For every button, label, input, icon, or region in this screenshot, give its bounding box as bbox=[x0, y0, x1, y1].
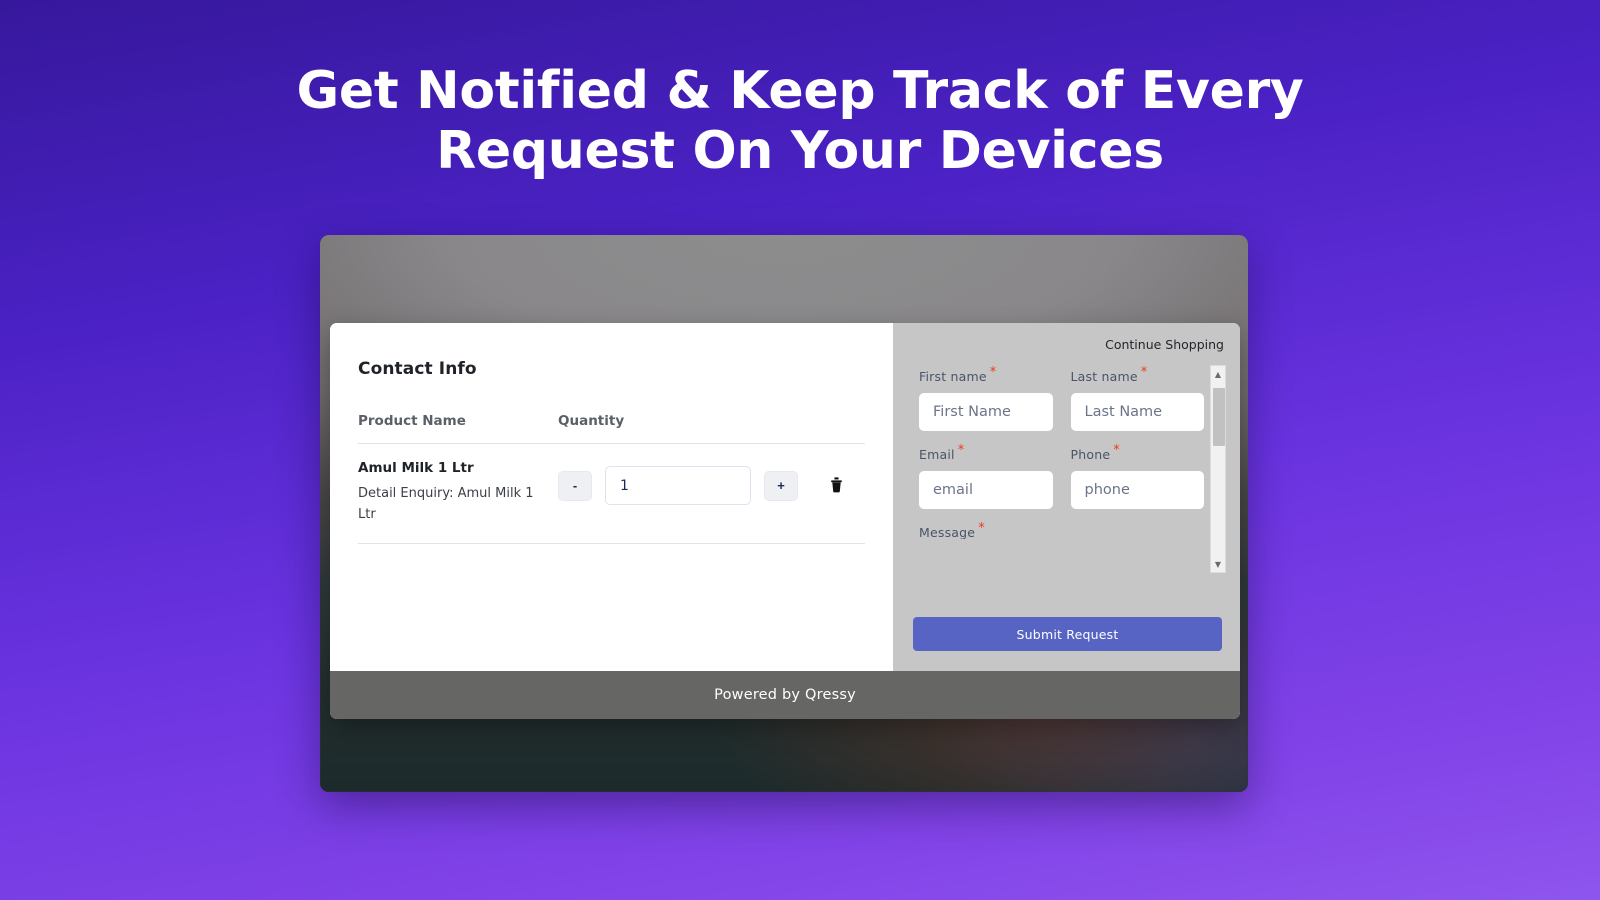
table-row: Amul Milk 1 Ltr Detail Enquiry: Amul Mil… bbox=[358, 443, 865, 545]
label-email-text: Email bbox=[919, 447, 955, 463]
quantity-increment-button[interactable]: + bbox=[764, 470, 798, 501]
remove-item-button[interactable] bbox=[811, 476, 844, 496]
required-asterisk: * bbox=[978, 521, 985, 537]
cart-panel-title: Contact Info bbox=[358, 359, 477, 379]
form-fields-grid: First name* Last name* Email* Ph bbox=[919, 365, 1226, 551]
column-header-product-name: Product Name bbox=[358, 413, 558, 444]
scrollbar-thumb[interactable] bbox=[1213, 388, 1225, 446]
label-last-name: Last name * bbox=[1071, 365, 1205, 384]
page-title-line-2: Request On Your Devices bbox=[436, 120, 1164, 181]
powered-by-label: Powered by Qressy bbox=[714, 687, 856, 703]
product-cell: Amul Milk 1 Ltr Detail Enquiry: Amul Mil… bbox=[358, 443, 558, 545]
label-first-name-text: First name bbox=[919, 369, 987, 385]
cart-table: Product Name Quantity Amul Milk 1 Ltr De… bbox=[358, 413, 865, 545]
field-first-name: First name * bbox=[919, 365, 1053, 432]
trash-icon bbox=[829, 476, 844, 496]
hero-section: Get Notified & Keep Track of Every Reque… bbox=[0, 61, 1600, 182]
field-phone: Phone * bbox=[1070, 443, 1205, 510]
quantity-cell: - + bbox=[558, 443, 865, 545]
cart-table-body: Amul Milk 1 Ltr Detail Enquiry: Amul Mil… bbox=[358, 443, 865, 545]
page-title-line-1: Get Notified & Keep Track of Every bbox=[296, 61, 1304, 121]
cart-table-header-row: Product Name Quantity bbox=[358, 413, 865, 444]
modal-footer: Powered by Qressy bbox=[330, 671, 1240, 719]
label-last-name-text: Last name bbox=[1070, 369, 1138, 385]
embedded-app-preview: Contact Info Product Name Quantity Amul … bbox=[320, 235, 1248, 792]
quantity-stepper: - + bbox=[558, 460, 865, 505]
contact-form-panel: Continue Shopping First name* Last name* bbox=[893, 323, 1240, 671]
email-field[interactable] bbox=[919, 471, 1053, 510]
product-detail: Detail Enquiry: Amul Milk 1 Ltr bbox=[358, 486, 534, 523]
page-title: Get Notified & Keep Track of Every Reque… bbox=[240, 61, 1360, 182]
required-asterisk: * bbox=[989, 365, 997, 380]
label-email: Email * bbox=[919, 443, 1053, 462]
required-asterisk: * bbox=[957, 443, 965, 459]
product-name: Amul Milk 1 Ltr bbox=[358, 460, 474, 476]
first-name-input[interactable] bbox=[919, 393, 1053, 432]
form-scroll-area: First name* Last name* Email* Ph bbox=[919, 365, 1226, 573]
last-name-input[interactable] bbox=[1070, 393, 1204, 432]
label-phone-text: Phone bbox=[1070, 447, 1111, 463]
required-asterisk: * bbox=[1113, 443, 1120, 459]
scrollbar-track[interactable] bbox=[1212, 382, 1225, 556]
scroll-down-arrow-icon[interactable]: ▼ bbox=[1211, 556, 1225, 572]
label-phone: Phone * bbox=[1071, 443, 1205, 462]
label-message: Message * bbox=[919, 521, 1053, 539]
scroll-up-arrow-icon[interactable]: ▲ bbox=[1211, 366, 1225, 382]
field-message: Message * bbox=[919, 521, 1053, 539]
submit-request-button[interactable]: Submit Request bbox=[913, 617, 1222, 651]
submit-button-wrapper: Submit Request bbox=[913, 617, 1222, 651]
quantity-decrement-button[interactable]: - bbox=[558, 470, 592, 501]
column-header-quantity: Quantity bbox=[558, 413, 865, 444]
label-first-name: First name * bbox=[919, 365, 1053, 384]
cart-table-head: Product Name Quantity bbox=[358, 413, 865, 444]
modal-body: Contact Info Product Name Quantity Amul … bbox=[330, 323, 1240, 671]
cart-panel: Contact Info Product Name Quantity Amul … bbox=[330, 323, 893, 671]
form-scrollbar[interactable]: ▲ ▼ bbox=[1210, 365, 1226, 573]
field-email: Email * bbox=[919, 443, 1053, 510]
field-last-name: Last name * bbox=[1070, 365, 1205, 432]
quantity-input[interactable] bbox=[605, 466, 751, 505]
phone-field[interactable] bbox=[1070, 471, 1204, 510]
label-message-text: Message bbox=[919, 525, 976, 540]
continue-shopping-link[interactable]: Continue Shopping bbox=[1105, 337, 1224, 352]
required-asterisk: * bbox=[1140, 365, 1148, 380]
enquiry-modal: Contact Info Product Name Quantity Amul … bbox=[330, 323, 1240, 719]
